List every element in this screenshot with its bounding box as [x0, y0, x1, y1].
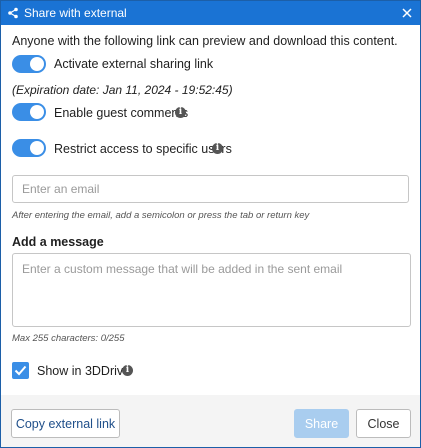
- message-input[interactable]: [12, 253, 411, 327]
- close-icon[interactable]: [400, 6, 414, 20]
- copy-external-link-button[interactable]: Copy external link: [11, 409, 120, 438]
- show-in-3ddrive-label: Show in 3DDrive: [37, 364, 131, 378]
- email-hint: After entering the email, add a semicolo…: [12, 210, 310, 221]
- restrict-access-toggle[interactable]: [12, 139, 46, 157]
- guest-comments-toggle-label: Enable guest comments: [54, 106, 189, 120]
- info-icon[interactable]: i: [122, 365, 133, 376]
- external-link-toggle[interactable]: [12, 55, 46, 73]
- info-icon[interactable]: i: [175, 107, 186, 118]
- restrict-access-toggle-label: Restrict access to specific users: [54, 142, 232, 156]
- email-input[interactable]: [12, 175, 409, 203]
- share-icon: [8, 7, 18, 19]
- message-counter: Max 255 characters: 0/255: [12, 333, 125, 344]
- dialog-footer: Copy external link Share Close: [1, 395, 420, 447]
- dialog-title: Share with external: [24, 6, 127, 20]
- share-dialog: Share with external Anyone with the foll…: [0, 0, 421, 448]
- checkmark-icon: [14, 365, 27, 376]
- info-icon[interactable]: i: [212, 143, 223, 154]
- close-button[interactable]: Close: [356, 409, 411, 438]
- external-link-toggle-label: Activate external sharing link: [54, 57, 214, 71]
- share-button[interactable]: Share: [294, 409, 349, 438]
- intro-text: Anyone with the following link can previ…: [12, 34, 398, 48]
- title-bar: Share with external: [1, 1, 420, 25]
- show-in-3ddrive-checkbox[interactable]: [12, 362, 29, 379]
- guest-comments-toggle[interactable]: [12, 103, 46, 121]
- expiration-date: (Expiration date: Jan 11, 2024 - 19:52:4…: [12, 83, 233, 97]
- message-label: Add a message: [12, 235, 104, 249]
